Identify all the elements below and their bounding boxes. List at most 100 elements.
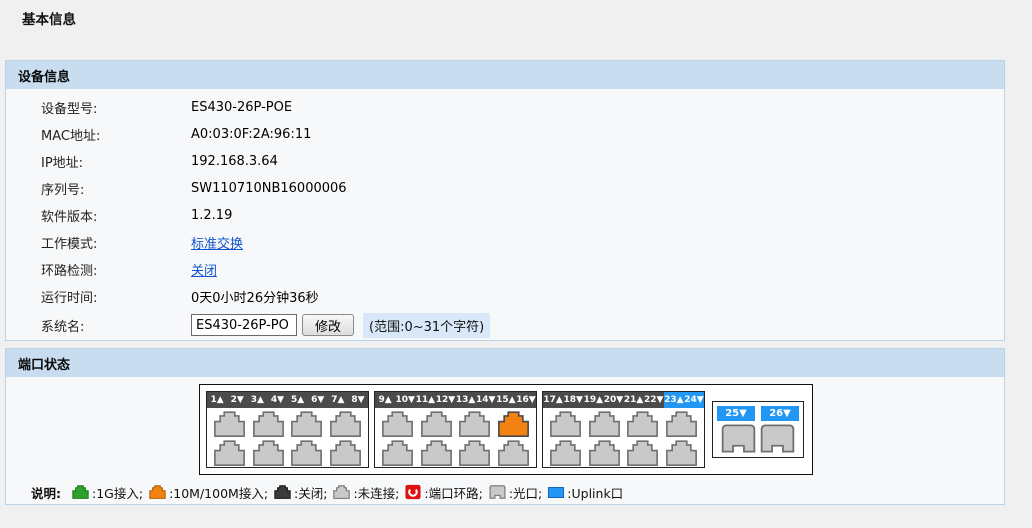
port-25-label[interactable]: 25▼ [717,406,755,421]
system-name-input[interactable] [191,314,297,336]
uplink-fiber-row [717,424,799,453]
legend-100m-icon [149,485,166,499]
port-group-1-header: 1▲2▼3▲4▼5▲6▼7▲8▼ [207,392,368,408]
port-status-panel: 端口状态 1▲2▼3▲4▼5▲6▼7▲8▼9▲10▼11▲12▼13▲14▼15… [5,348,1005,505]
port-label: 21▲ [624,392,644,408]
port-14-icon[interactable] [458,440,491,466]
legend-loop-icon [405,484,421,500]
port-row-top [375,411,536,437]
legend-title: 说明: [31,483,61,502]
port-label: 4▼ [267,392,287,408]
port-label: 6▼ [308,392,328,408]
uptime-row: 运行时间:0天0小时26分钟36秒 [6,283,1004,310]
port-group-2-header: 9▲10▼11▲12▼13▲14▼15▲16▼ [375,392,536,408]
mac-address-value: A0:03:0F:2A:96:11 [191,127,311,142]
port-9-icon[interactable] [381,411,414,437]
port-label: 20▼ [603,392,623,408]
port-label: 15▲ [496,392,516,408]
port-group-3-header: 17▲18▼19▲20▼21▲22▼23▲24▼ [543,392,704,408]
port-19-icon[interactable] [588,411,621,437]
software-version-row: 软件版本:1.2.19 [6,202,1004,229]
legend-loop-text: :端口环路; [424,483,482,502]
port-17-icon[interactable] [549,411,582,437]
port-row-bottom [375,440,536,466]
port-15-icon[interactable] [497,411,530,437]
port-label: 17▲ [543,392,563,408]
serial-number-label: 序列号: [41,179,191,198]
port-2-icon[interactable] [213,440,246,466]
port-24-icon[interactable] [665,440,698,466]
work-mode-row: 工作模式:标准交换 [6,229,1004,256]
mac-address-label: MAC地址: [41,125,191,144]
modify-button[interactable]: 修改 [302,314,354,336]
device-model-value: ES430-26P-POE [191,100,292,115]
port-label: 23▲ [664,392,684,408]
port-4-icon[interactable] [252,440,285,466]
port-label: 9▲ [375,392,395,408]
port-row-top [207,411,368,437]
page-title: 基本信息 [22,8,76,28]
switch-port-diagram: 1▲2▼3▲4▼5▲6▼7▲8▼9▲10▼11▲12▼13▲14▼15▲16▼1… [199,384,813,475]
port-8-icon[interactable] [329,440,362,466]
device-info-header: 设备信息 [6,61,1004,89]
legend-1g-rj45-icon [72,485,89,499]
software-version-label: 软件版本: [41,206,191,225]
legend-1g-icon [72,485,89,499]
port-25-fiber-icon[interactable] [720,424,757,453]
legend-off-rj45-icon [274,485,291,499]
system-name-hint: (范围:0~31个字符) [363,313,490,338]
device-info-panel: 设备信息 设备型号:ES430-26P-POEMAC地址:A0:03:0F:2A… [5,60,1005,341]
port-16-icon[interactable] [497,440,530,466]
port-label: 3▲ [247,392,267,408]
ip-address-value: 192.168.3.64 [191,154,278,169]
port-group-1: 1▲2▼3▲4▼5▲6▼7▲8▼ [206,391,369,468]
port-3-icon[interactable] [252,411,285,437]
loop-detect-row: 环路检测:关闭 [6,256,1004,283]
port-21-icon[interactable] [626,411,659,437]
port-12-icon[interactable] [420,440,453,466]
port-label: 10▼ [395,392,415,408]
loop-detect-label: 环路检测: [41,260,191,279]
legend-uplink-icon [548,487,564,498]
port-5-icon[interactable] [290,411,323,437]
uplink-port-group: 25▼ 26▼ [712,401,804,458]
legend-disconnected-icon [333,485,350,499]
port-label: 22▼ [644,392,664,408]
port-label: 18▼ [563,392,583,408]
port-label: 1▲ [207,392,227,408]
port-group-2: 9▲10▼11▲12▼13▲14▼15▲16▼ [374,391,537,468]
device-info-rows: 设备型号:ES430-26P-POEMAC地址:A0:03:0F:2A:96:1… [6,89,1004,310]
port-row-bottom [543,440,704,466]
ip-address-label: IP地址: [41,152,191,171]
port-1-icon[interactable] [213,411,246,437]
port-13-icon[interactable] [458,411,491,437]
port-26-fiber-icon[interactable] [759,424,796,453]
port-20-icon[interactable] [588,440,621,466]
work-mode-value[interactable]: 标准交换 [191,233,243,252]
mac-address-row: MAC地址:A0:03:0F:2A:96:11 [6,121,1004,148]
serial-number-value: SW110710NB16000006 [191,181,347,196]
legend-disconnected-text: :未连接; [353,483,399,502]
port-group-3: 17▲18▼19▲20▼21▲22▼23▲24▼ [542,391,705,468]
device-model-label: 设备型号: [41,98,191,117]
port-26-label[interactable]: 26▼ [761,406,799,421]
port-label: 12▼ [435,392,455,408]
port-label: 13▲ [456,392,476,408]
port-10-icon[interactable] [381,440,414,466]
port-18-icon[interactable] [549,440,582,466]
port-label: 19▲ [583,392,603,408]
port-7-icon[interactable] [329,411,362,437]
port-11-icon[interactable] [420,411,453,437]
port-6-icon[interactable] [290,440,323,466]
uplink-chip-row: 25▼ 26▼ [717,406,799,421]
loop-detect-value[interactable]: 关闭 [191,260,217,279]
legend-off-icon [274,485,291,499]
loop-icon [405,484,421,500]
ip-address-row: IP地址:192.168.3.64 [6,148,1004,175]
port-label: 8▼ [348,392,368,408]
port-status-body: 1▲2▼3▲4▼5▲6▼7▲8▼9▲10▼11▲12▼13▲14▼15▲16▼1… [6,377,1004,505]
legend-off-text: :关闭; [294,483,327,502]
port-23-icon[interactable] [665,411,698,437]
port-22-icon[interactable] [626,440,659,466]
system-name-label: 系统名: [41,316,191,335]
